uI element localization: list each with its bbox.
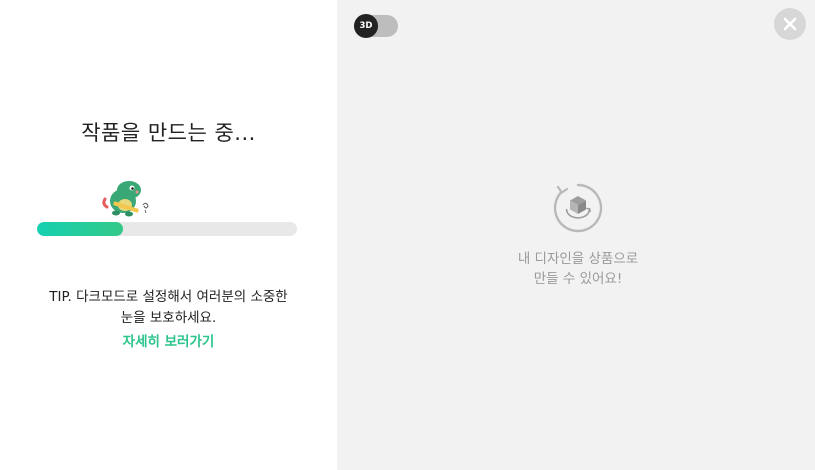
close-button[interactable] (774, 8, 806, 40)
tip-text-line2: 눈을 보호하세요. (120, 310, 217, 326)
loading-progress-fill (37, 222, 123, 236)
loading-title: 작품을 만드는 중... (81, 121, 256, 145)
tip-text: TIP. 다크모드로 설정해서 여러분의 소중한 눈을 보호하세요. (20, 287, 317, 329)
3d-toggle[interactable]: 3D (354, 14, 398, 38)
3d-toggle-knob: 3D (354, 14, 378, 38)
dinosaur-mascot-icon (102, 181, 149, 217)
preview-message-line1: 내 디자인을 상품으로 (517, 251, 639, 267)
preview-message: 내 디자인을 상품으로 만들 수 있어요! (478, 249, 678, 289)
tip-text-line1: TIP. 다크모드로 설정해서 여러분의 소중한 (49, 289, 288, 305)
rotate-cube-icon (553, 183, 603, 233)
tip-detail-link[interactable]: 자세히 보러가기 (0, 330, 337, 350)
preview-panel: 3D 내 디자인을 상품으로 만들 수 있어요! (337, 0, 815, 470)
close-icon (783, 17, 797, 31)
loading-panel: 작품을 만드는 중... TIP. 다크모드로 설정해서 여러분의 소중한 눈을… (0, 0, 337, 470)
preview-message-line2: 만들 수 있어요! (533, 271, 623, 287)
loading-progress-bar (37, 222, 297, 236)
